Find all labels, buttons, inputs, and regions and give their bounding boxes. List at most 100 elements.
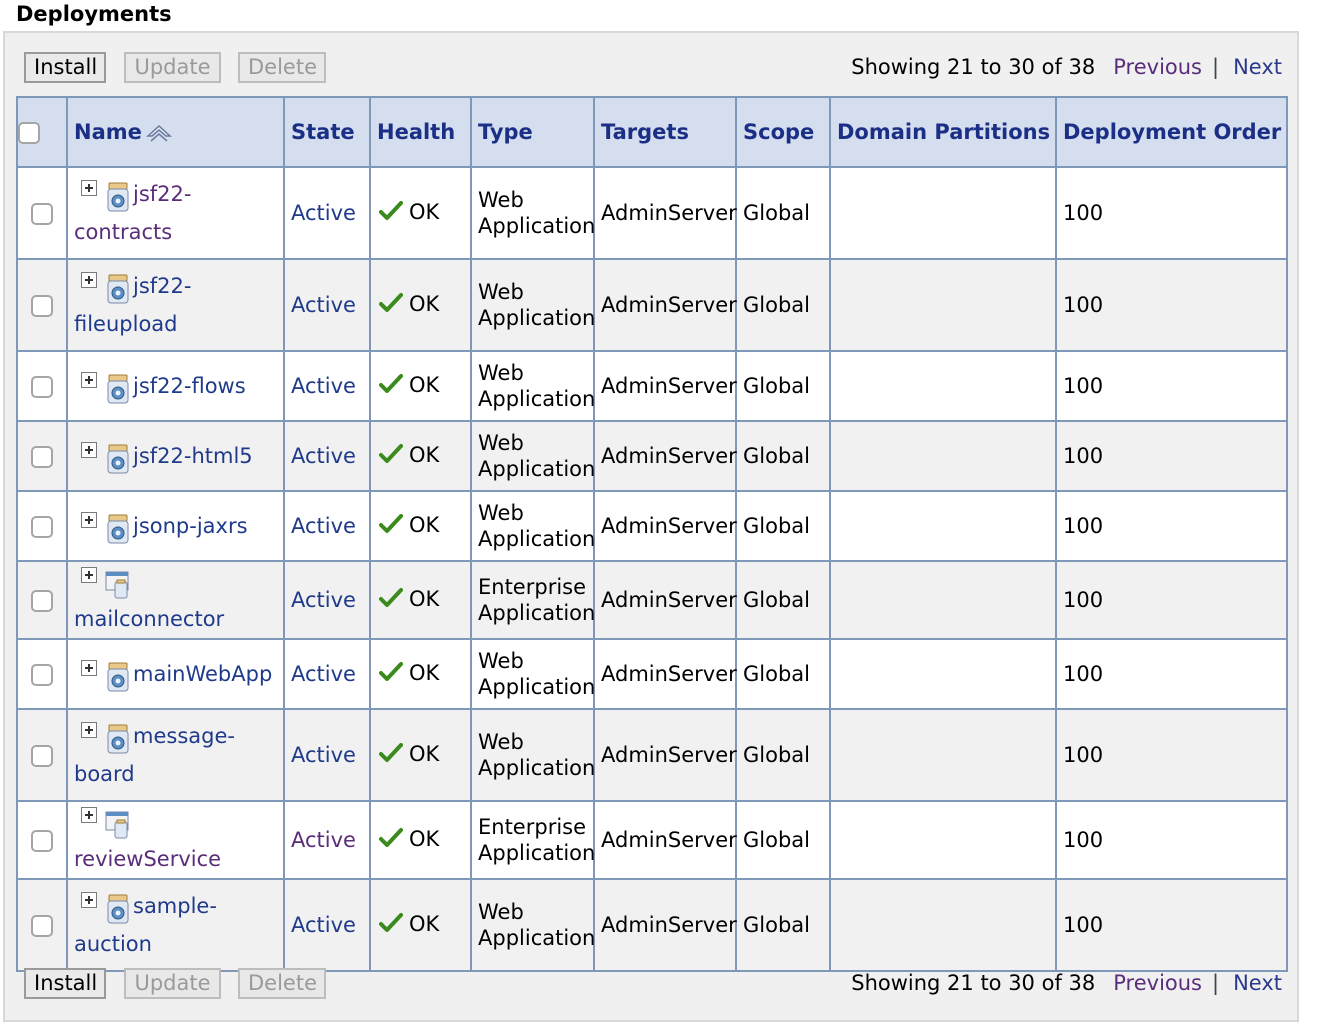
column-header-deployment-order[interactable]: Deployment Order	[1055, 96, 1288, 168]
scope-cell: Global	[735, 708, 831, 802]
expand-icon[interactable]	[81, 567, 97, 583]
deployment-name-link-cont[interactable]: fileupload	[74, 312, 178, 336]
deployment-name-link-cont[interactable]: board	[74, 762, 135, 786]
row-select-cell	[16, 800, 68, 880]
state-link[interactable]: Active	[291, 588, 356, 612]
state-link[interactable]: Active	[291, 293, 356, 317]
health-text: OK	[409, 912, 440, 936]
expand-icon[interactable]	[81, 892, 97, 908]
expand-icon[interactable]	[81, 372, 97, 388]
scope-text: Global	[743, 662, 810, 686]
page-title: Deployments	[16, 2, 172, 26]
state-link[interactable]: Active	[291, 662, 356, 686]
state-link[interactable]: Active	[291, 201, 356, 225]
update-button-bottom: Update	[124, 968, 221, 999]
column-header-targets[interactable]: Targets	[593, 96, 737, 168]
domain-partitions-cell	[829, 490, 1057, 562]
row-checkbox[interactable]	[31, 446, 53, 468]
deployment-name-link[interactable]: jsf22-html5	[133, 444, 253, 468]
expand-icon[interactable]	[81, 722, 97, 738]
row-checkbox[interactable]	[31, 590, 53, 612]
row-checkbox[interactable]	[31, 664, 53, 686]
expand-icon[interactable]	[81, 512, 97, 528]
state-link[interactable]: Active	[291, 743, 356, 767]
deployment-order-text: 100	[1063, 374, 1104, 398]
domain-partitions-cell	[829, 800, 1057, 880]
type-line2: Application	[478, 214, 596, 238]
state-cell: Active	[283, 708, 371, 802]
previous-link-bottom[interactable]: Previous	[1113, 971, 1202, 995]
name-cell: reviewService	[66, 800, 285, 880]
web-app-icon	[107, 274, 129, 304]
scope-cell: Global	[735, 490, 831, 562]
enterprise-app-icon	[105, 571, 129, 599]
column-header-domain-partitions[interactable]: Domain Partitions	[829, 96, 1057, 168]
state-cell: Active	[283, 878, 371, 972]
health-cell: OK	[369, 350, 472, 422]
health-text: OK	[409, 742, 440, 766]
deployment-name-link[interactable]: jsonp-jaxrs	[133, 514, 248, 538]
next-link-bottom[interactable]: Next	[1233, 971, 1282, 995]
deployment-order-cell: 100	[1055, 420, 1288, 492]
health-text: OK	[409, 443, 440, 467]
type-line2: Application	[478, 926, 596, 950]
deployment-name-link-cont[interactable]: contracts	[74, 220, 172, 244]
column-header-state[interactable]: State	[283, 96, 371, 168]
targets-cell: AdminServer	[593, 490, 737, 562]
install-button[interactable]: Install	[24, 52, 106, 83]
previous-link[interactable]: Previous	[1113, 55, 1202, 79]
health-cell: OK	[369, 638, 472, 710]
top-toolbar: Install Update Delete Showing 21 to 30 o…	[22, 52, 1284, 84]
type-cell: Web Application	[470, 878, 596, 972]
install-button-bottom[interactable]: Install	[24, 968, 106, 999]
expand-icon[interactable]	[81, 807, 97, 823]
table-row: mainWebApp Active OK Web Application AdminSer…	[16, 638, 1288, 710]
deployment-name-link[interactable]: sample-	[133, 894, 217, 918]
row-checkbox[interactable]	[31, 745, 53, 767]
row-checkbox[interactable]	[31, 915, 53, 937]
deployment-name-link-cont[interactable]: auction	[74, 932, 152, 956]
deployment-name-link[interactable]: message-	[133, 724, 235, 748]
type-line2: Application	[478, 756, 596, 780]
scope-text: Global	[743, 374, 810, 398]
deployment-name-link[interactable]: mailconnector	[74, 607, 224, 631]
deployment-name-link[interactable]: reviewService	[74, 847, 221, 871]
expand-icon[interactable]	[81, 272, 97, 288]
row-checkbox[interactable]	[31, 295, 53, 317]
domain-partitions-cell	[829, 258, 1057, 352]
row-select-cell	[16, 420, 68, 492]
type-cell: Web Application	[470, 708, 596, 802]
health-cell: OK	[369, 560, 472, 640]
name-cell: jsonp-jaxrs	[66, 490, 285, 562]
expand-icon[interactable]	[81, 180, 97, 196]
state-link[interactable]: Active	[291, 444, 356, 468]
next-link[interactable]: Next	[1233, 55, 1282, 79]
select-all-checkbox[interactable]	[18, 122, 40, 144]
deployment-name-link[interactable]: jsf22-	[133, 274, 191, 298]
deployment-name-link[interactable]: mainWebApp	[133, 662, 272, 686]
health-text: OK	[409, 661, 440, 685]
state-link[interactable]: Active	[291, 514, 356, 538]
deployment-name-link[interactable]: jsf22-	[133, 182, 191, 206]
expand-icon[interactable]	[81, 660, 97, 676]
scope-text: Global	[743, 743, 810, 767]
table-row: jsonp-jaxrs Active OK Web Application AdminSe…	[16, 490, 1288, 562]
deployment-name-link[interactable]: jsf22-flows	[133, 374, 246, 398]
state-link[interactable]: Active	[291, 374, 356, 398]
row-checkbox[interactable]	[31, 376, 53, 398]
column-header-name[interactable]: Name	[66, 96, 285, 168]
row-checkbox[interactable]	[31, 203, 53, 225]
state-cell: Active	[283, 490, 371, 562]
scope-text: Global	[743, 913, 810, 937]
targets-cell: AdminServer	[593, 878, 737, 972]
column-header-type[interactable]: Type	[470, 96, 595, 168]
expand-icon[interactable]	[81, 442, 97, 458]
type-line2: Application	[478, 527, 596, 551]
column-header-health[interactable]: Health	[369, 96, 472, 168]
row-checkbox[interactable]	[31, 516, 53, 538]
row-checkbox[interactable]	[31, 830, 53, 852]
state-link[interactable]: Active	[291, 913, 356, 937]
state-link[interactable]: Active	[291, 828, 356, 852]
column-header-scope[interactable]: Scope	[735, 96, 831, 168]
column-name-label: Name	[74, 120, 142, 144]
